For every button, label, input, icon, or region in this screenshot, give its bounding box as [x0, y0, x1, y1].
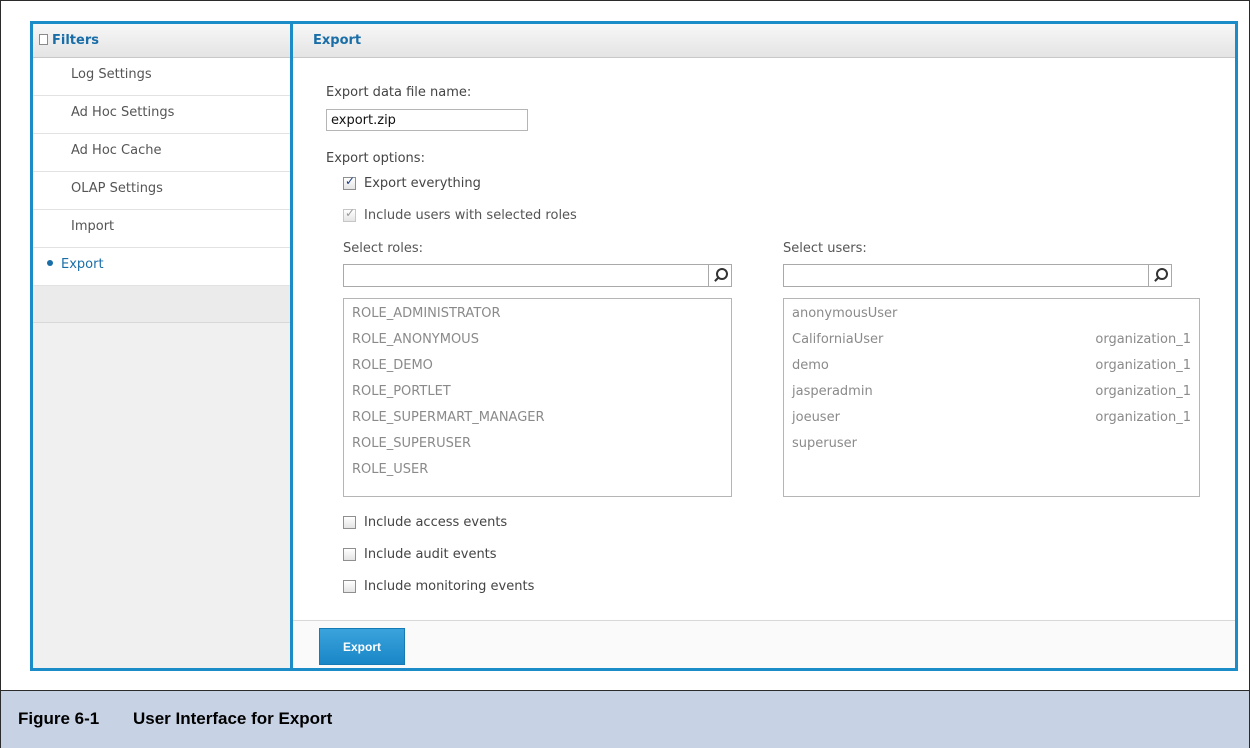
role-list-item[interactable]: ROLE_DEMO	[344, 353, 731, 379]
export-button[interactable]: Export	[319, 628, 405, 665]
export-everything-label: Export everything	[364, 176, 481, 191]
include-users-checkbox[interactable]	[343, 206, 356, 222]
sidebar-item-label: Export	[61, 257, 104, 272]
screenshot: Filters Log Settings Ad Hoc Settings Ad …	[30, 21, 1238, 671]
user-organization: organization_1	[1095, 384, 1191, 399]
sidebar-empty-row	[33, 286, 291, 323]
role-list-item[interactable]: ROLE_SUPERUSER	[344, 431, 731, 457]
sidebar-item-ad-hoc-settings[interactable]: Ad Hoc Settings	[33, 96, 291, 134]
figure-number: Figure 6-1	[18, 709, 100, 728]
select-roles-label: Select roles:	[343, 241, 424, 256]
roles-search	[343, 264, 732, 287]
sidebar-item-export[interactable]: Export	[33, 248, 291, 286]
role-list-item[interactable]: ROLE_USER	[344, 457, 731, 483]
user-list-item[interactable]: jasperadmin organization_1	[784, 379, 1199, 405]
sidebar-item-olap-settings[interactable]: OLAP Settings	[33, 172, 291, 210]
sidebar-item-ad-hoc-cache[interactable]: Ad Hoc Cache	[33, 134, 291, 172]
user-organization: organization_1	[1095, 332, 1191, 347]
panel-icon	[39, 34, 48, 45]
file-name-label: Export data file name:	[326, 85, 472, 100]
users-search-input[interactable]	[784, 265, 1144, 286]
sidebar-header: Filters	[33, 24, 291, 58]
role-list-item[interactable]: ROLE_SUPERMART_MANAGER	[344, 405, 731, 431]
sidebar-item-import[interactable]: Import	[33, 210, 291, 248]
roles-list[interactable]: ROLE_ADMINISTRATOR ROLE_ANONYMOUS ROLE_DEM…	[343, 298, 732, 497]
filters-sidebar: Filters Log Settings Ad Hoc Settings Ad …	[30, 21, 294, 671]
user-name: superuser	[792, 436, 857, 451]
panel-title: Export	[293, 24, 1235, 58]
users-search-button[interactable]	[1148, 265, 1171, 286]
users-list[interactable]: anonymousUser CaliforniaUser organization_…	[783, 298, 1200, 497]
file-name-input[interactable]	[326, 109, 528, 131]
export-options-label: Export options:	[326, 151, 425, 166]
export-form: Export data file name: Export options: E…	[293, 58, 1235, 619]
figure-caption: Figure 6-1 User Interface for Export	[1, 690, 1249, 748]
sidebar-title: Filters	[52, 33, 99, 48]
user-name: CaliforniaUser	[792, 332, 884, 347]
user-name: anonymousUser	[792, 306, 898, 321]
user-list-item[interactable]: CaliforniaUser organization_1	[784, 327, 1199, 353]
user-list-item[interactable]: demo organization_1	[784, 353, 1199, 379]
audit-events-checkbox[interactable]	[343, 548, 356, 561]
monitoring-events-label: Include monitoring events	[364, 579, 535, 594]
user-name: joeuser	[792, 410, 840, 425]
role-list-item[interactable]: ROLE_PORTLET	[344, 379, 731, 405]
role-list-item[interactable]: ROLE_ADMINISTRATOR	[344, 301, 731, 327]
user-list-item[interactable]: superuser	[784, 431, 1199, 457]
select-users-label: Select users:	[783, 241, 867, 256]
user-organization: organization_1	[1095, 358, 1191, 373]
users-search	[783, 264, 1172, 287]
include-users-label: Include users with selected roles	[364, 208, 577, 223]
roles-search-button[interactable]	[708, 265, 731, 286]
user-organization: organization_1	[1095, 410, 1191, 425]
export-panel: Export Export data file name: Export opt…	[290, 21, 1238, 671]
roles-search-input[interactable]	[344, 265, 704, 286]
figure-title: User Interface for Export	[133, 709, 333, 728]
access-events-label: Include access events	[364, 515, 508, 530]
sidebar-item-log-settings[interactable]: Log Settings	[33, 58, 291, 96]
user-list-item[interactable]: joeuser organization_1	[784, 405, 1199, 431]
user-list-item[interactable]: anonymousUser	[784, 301, 1199, 327]
role-list-item[interactable]: ROLE_ANONYMOUS	[344, 327, 731, 353]
user-name: jasperadmin	[792, 384, 873, 399]
figure-frame: Filters Log Settings Ad Hoc Settings Ad …	[0, 0, 1250, 748]
monitoring-events-checkbox[interactable]	[343, 580, 356, 593]
export-everything-checkbox[interactable]	[343, 174, 356, 190]
sidebar-nav: Log Settings Ad Hoc Settings Ad Hoc Cach…	[33, 58, 291, 286]
panel-footer: Export	[293, 620, 1235, 668]
access-events-checkbox[interactable]	[343, 516, 356, 529]
active-bullet-icon	[47, 260, 53, 266]
user-name: demo	[792, 358, 829, 373]
audit-events-label: Include audit events	[364, 547, 497, 562]
